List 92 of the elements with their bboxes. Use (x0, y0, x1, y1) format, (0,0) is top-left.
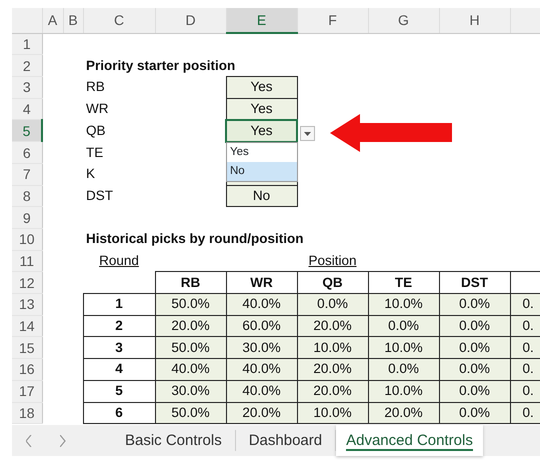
row-header[interactable]: 6 (12, 142, 42, 164)
sheet-tab[interactable]: Advanced Controls (336, 425, 483, 456)
chevron-right-icon[interactable] (60, 434, 66, 446)
row-header[interactable]: 7 (12, 163, 42, 186)
value-cell[interactable]: No (226, 185, 297, 207)
table-cell: 20.0% (368, 402, 439, 424)
row-header[interactable]: 8 (12, 185, 42, 207)
table-cell: 0. (510, 294, 540, 316)
dropdown-option[interactable]: No (227, 162, 297, 181)
table-cell: 50.0% (155, 336, 226, 359)
table-cell: 0. (510, 358, 540, 380)
row-header[interactable]: 12 (12, 272, 42, 294)
row-header[interactable]: 3 (12, 76, 42, 98)
arrow-icon (330, 114, 452, 152)
column-header[interactable]: D (155, 8, 226, 33)
round-cell: 1 (83, 294, 155, 316)
table-cell: 20.0% (226, 402, 297, 424)
table-cell: 0.0% (368, 358, 439, 380)
round-cell: 6 (83, 402, 155, 424)
round-cell: 2 (83, 315, 155, 337)
column-header[interactable]: B (63, 8, 83, 33)
axis-label: Round (83, 250, 155, 272)
table-cell: 0.0% (439, 315, 510, 337)
column-header[interactable]: H (439, 8, 510, 33)
round-cell: 5 (83, 380, 155, 402)
position-label: K (85, 165, 96, 184)
table-cell: 20.0% (155, 315, 226, 337)
round-cell: 4 (83, 358, 155, 380)
table-cell: 20.0% (297, 358, 368, 380)
table-cell: 30.0% (226, 336, 297, 359)
table-cell: 40.0% (226, 380, 297, 402)
table-cell: 0.0% (439, 358, 510, 380)
position-label: TE (85, 144, 104, 162)
row-header[interactable]: 16 (12, 358, 42, 380)
column-header[interactable]: C (83, 8, 155, 33)
table-cell: 0.0% (297, 294, 368, 316)
table-cell: 20.0% (297, 380, 368, 402)
table-cell: 50.0% (155, 294, 226, 316)
row-header[interactable]: 9 (12, 206, 42, 228)
table-cell: 40.0% (226, 294, 297, 316)
column-header[interactable]: F (297, 8, 368, 33)
value-cell[interactable]: Yes (226, 98, 297, 120)
axis-label: Position (297, 250, 368, 272)
table-cell: 50.0% (155, 402, 226, 424)
table-cell: 0.0% (368, 315, 439, 337)
chevron-left-icon[interactable] (26, 434, 32, 446)
table-cell: 10.0% (297, 336, 368, 359)
table-cell: 0. (510, 336, 540, 359)
table-cell: 0.0% (439, 402, 510, 424)
row-header[interactable]: 2 (12, 54, 42, 76)
table-cell: 0.0% (439, 336, 510, 359)
row-header[interactable]: 18 (12, 402, 42, 424)
dropdown-button[interactable] (300, 126, 315, 141)
position-label: RB (85, 78, 106, 96)
sheet-tab[interactable]: Basic Controls (112, 430, 236, 451)
value-cell[interactable]: Yes (226, 76, 297, 98)
column-heading: RB (155, 272, 226, 294)
section-title: Historical picks by round/position (86, 230, 304, 248)
column-header[interactable]: G (368, 8, 439, 33)
dropdown-option[interactable]: Yes (227, 143, 297, 162)
table-cell: 20.0% (297, 315, 368, 337)
table-cell: 60.0% (226, 315, 297, 337)
row-header[interactable]: 15 (12, 336, 42, 359)
table-cell: 0. (510, 315, 540, 337)
column-header[interactable]: A (42, 8, 63, 33)
row-header[interactable]: 1 (12, 33, 42, 55)
table-cell: 10.0% (368, 336, 439, 359)
position-label: QB (85, 122, 107, 140)
row-header[interactable]: 4 (12, 98, 42, 120)
caret-icon (304, 132, 311, 136)
value-cell[interactable]: Yes (226, 120, 297, 142)
row-header[interactable]: 5 (12, 120, 42, 142)
column-header[interactable]: E (226, 8, 297, 33)
row-header[interactable]: 10 (12, 228, 42, 250)
table-cell: 10.0% (368, 294, 439, 316)
position-label: WR (85, 100, 110, 118)
table-cell: 40.0% (155, 358, 226, 380)
table-cell: 0. (510, 380, 540, 402)
table-cell: 0.0% (439, 294, 510, 316)
table-cell: 0. (510, 402, 540, 424)
row-header[interactable]: 17 (12, 380, 42, 402)
row-header[interactable]: 13 (12, 294, 42, 316)
section-title: Priority starter position (86, 56, 236, 75)
table-cell: 0.0% (439, 380, 510, 402)
table-cell: 40.0% (226, 358, 297, 380)
row-header[interactable]: 11 (12, 250, 42, 272)
position-label: DST (85, 186, 114, 205)
table-cell: 10.0% (297, 402, 368, 424)
row-header[interactable]: 14 (12, 315, 42, 337)
table-cell: 30.0% (155, 380, 226, 402)
table-cell: 10.0% (368, 380, 439, 402)
round-cell: 3 (83, 336, 155, 359)
